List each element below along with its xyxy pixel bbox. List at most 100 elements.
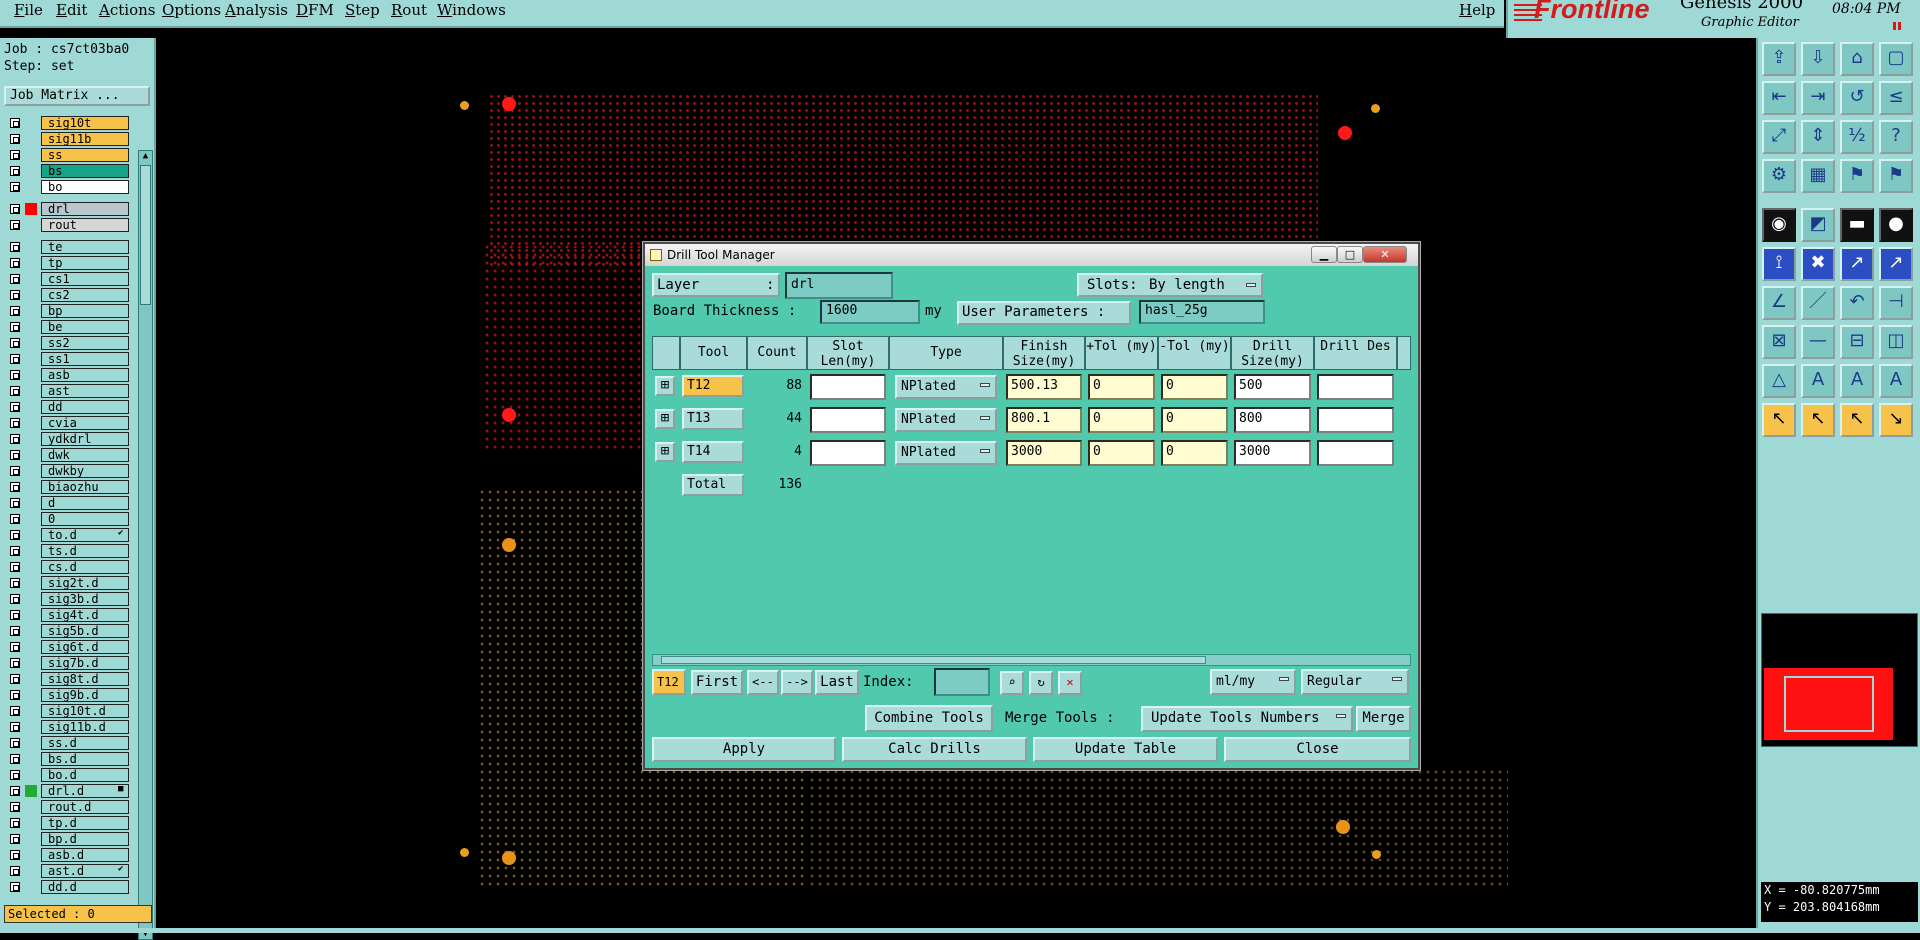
layer-row[interactable]: bo [6,180,129,194]
layer-name[interactable]: bs.d [41,752,129,766]
layer-row[interactable]: sig2t.d [6,576,129,590]
apply-button[interactable]: Apply [652,737,836,762]
tool-icon[interactable]: ▦ [1801,159,1835,193]
index-field[interactable] [934,668,990,696]
menu-options[interactable]: Options [162,1,221,19]
layer-checkbox-icon[interactable] [10,258,20,268]
layer-name[interactable]: asb.d [41,848,129,862]
layer-checkbox-icon[interactable] [10,818,20,828]
layer-name[interactable]: te [41,240,129,254]
layer-checkbox-icon[interactable] [10,354,20,364]
menu-edit[interactable]: Edit [56,1,87,19]
menu-actions[interactable]: Actions [99,1,155,19]
layer-name[interactable]: ss1 [41,352,129,366]
layer-name[interactable]: sig8t.d [41,672,129,686]
layer-name[interactable]: bp.d [41,832,129,846]
tool-icon[interactable]: ½ [1840,120,1874,154]
close-button[interactable]: Close [1224,737,1411,762]
layer-name[interactable]: rout.d [41,800,129,814]
layer-checkbox-icon[interactable] [10,242,20,252]
tool-icon[interactable]: A [1840,364,1874,398]
calc-drills-button[interactable]: Calc Drills [842,737,1027,762]
layer-name[interactable]: to.d [41,528,129,542]
board-thumbnail[interactable] [1761,613,1918,747]
layer-row[interactable]: rout.d [6,800,129,814]
layer-row[interactable]: ss1 [6,352,129,366]
tool-icon[interactable]: ▢ [1879,42,1913,76]
scroll-thumb[interactable] [140,165,151,305]
layer-row[interactable]: d [6,496,129,510]
layer-row[interactable]: tp.d [6,816,129,830]
layer-name[interactable]: cs2 [41,288,129,302]
layer-row[interactable]: bs.d [6,752,129,766]
drill-size-field[interactable]: 3000 [1234,440,1311,466]
layer-row[interactable]: sig11b [6,132,129,146]
layer-checkbox-icon[interactable] [10,450,20,460]
layer-row[interactable]: asb [6,368,129,382]
plus-tol-field[interactable]: 0 [1088,407,1155,433]
slot-len-field[interactable] [810,440,886,466]
layer-name[interactable]: sig3b.d [41,592,129,606]
layer-name[interactable]: rout [41,218,129,232]
tool-icon[interactable]: ↘ [1879,403,1913,437]
layer-checkbox-icon[interactable] [10,658,20,668]
layer-field[interactable]: drl [785,272,893,299]
layer-checkbox-icon[interactable] [10,466,20,476]
layer-name[interactable]: sig10t [41,116,129,130]
layer-checkbox-icon[interactable] [10,418,20,428]
tool-icon[interactable]: ◫ [1879,325,1913,359]
layer-row[interactable]: drl [6,202,129,216]
drill-des-field[interactable] [1317,440,1394,466]
type-selector[interactable]: NPlated [895,441,997,465]
table-hscroll[interactable] [652,654,1411,666]
layer-checkbox-icon[interactable] [10,134,20,144]
type-selector[interactable]: NPlated [895,375,997,399]
layer-checkbox-icon[interactable] [10,610,20,620]
layer-row[interactable]: cs1 [6,272,129,286]
minus-tol-field[interactable]: 0 [1161,407,1228,433]
layer-name[interactable]: tp [41,256,129,270]
layer-checkbox-icon[interactable] [10,306,20,316]
layer-name[interactable]: bo.d [41,768,129,782]
tool-cell[interactable]: T14 [682,441,744,463]
search-icon[interactable]: ⌕ [1000,671,1024,695]
tool-icon[interactable]: ⌂ [1840,42,1874,76]
plus-tol-field[interactable]: 0 [1088,374,1155,400]
layer-checkbox-icon[interactable] [10,204,20,214]
layer-name[interactable]: sig9b.d [41,688,129,702]
tool-icon[interactable]: ▬ [1840,208,1874,242]
tool-cell[interactable]: T12 [682,375,744,397]
layer-name[interactable]: biaozhu [41,480,129,494]
layer-name[interactable]: asb [41,368,129,382]
tool-icon[interactable]: ／ [1801,286,1835,320]
layer-row[interactable]: 0 [6,512,129,526]
menu-analysis[interactable]: Analysis [225,1,288,19]
layer-checkbox-icon[interactable] [10,594,20,604]
layer-checkbox-icon[interactable] [10,182,20,192]
maximize-icon[interactable]: □ [1337,246,1363,263]
type-selector[interactable]: NPlated [895,408,997,432]
layer-checkbox-icon[interactable] [10,322,20,332]
layer-checkbox-icon[interactable] [10,402,20,412]
layer-name[interactable]: tp.d [41,816,129,830]
layer-name[interactable]: dd [41,400,129,414]
layer-name[interactable]: bo [41,180,129,194]
layer-checkbox-icon[interactable] [10,530,20,540]
tool-icon[interactable]: ↺ [1840,81,1874,115]
board-thickness-field[interactable]: 1600 [820,300,920,324]
tool-icon[interactable]: ⊟ [1840,325,1874,359]
layer-name[interactable]: ss2 [41,336,129,350]
layer-row[interactable]: dd.d [6,880,129,894]
layer-name[interactable]: drl.d [41,784,129,798]
layer-checkbox-icon[interactable] [10,626,20,636]
layer-name[interactable]: dwk [41,448,129,462]
layer-row[interactable]: ast [6,384,129,398]
tool-icon[interactable]: ↖ [1840,403,1874,437]
scroll-up-icon[interactable]: ▲ [140,151,151,161]
layer-checkbox-icon[interactable] [10,166,20,176]
layer-row[interactable]: sig10t.d [6,704,129,718]
layer-checkbox-icon[interactable] [10,578,20,588]
menu-dfm[interactable]: DFM [296,1,334,19]
layer-name[interactable]: ts.d [41,544,129,558]
menu-rout[interactable]: Rout [391,1,427,19]
